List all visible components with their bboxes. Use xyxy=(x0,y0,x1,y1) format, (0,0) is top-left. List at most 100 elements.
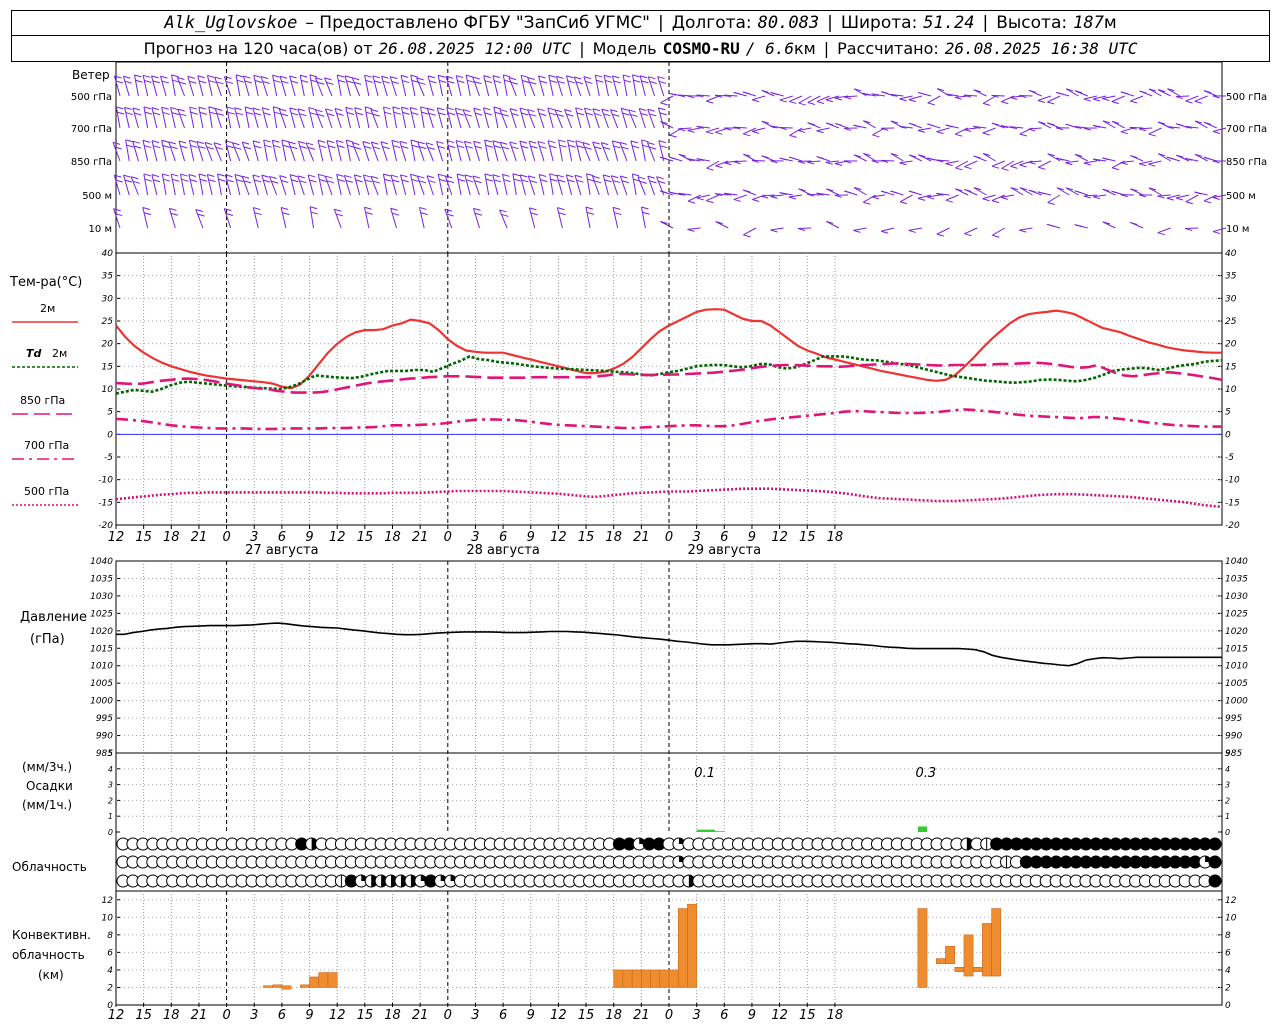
wind-barb xyxy=(297,141,305,162)
wind-barb-flag xyxy=(1166,156,1175,160)
wind-barb xyxy=(927,95,941,104)
wind-barb xyxy=(325,108,333,129)
wind-barb-flag xyxy=(134,112,142,116)
wind-barb-flag xyxy=(1028,128,1036,132)
wind-barb xyxy=(132,107,139,129)
wind-barb-flag xyxy=(309,112,318,116)
wind-barb-flag xyxy=(558,139,566,143)
wind-barb xyxy=(336,174,342,196)
wind-barb xyxy=(528,207,536,229)
wind-barb-flag xyxy=(344,174,352,178)
wind-barb-flag xyxy=(586,173,594,177)
wind-barb xyxy=(381,76,388,97)
wind-barb-flag xyxy=(254,179,262,183)
wind-barb-flag xyxy=(1000,196,1009,200)
wind-barb-flag xyxy=(439,178,447,182)
temp-tick-left: 35 xyxy=(102,272,114,282)
wind-barb xyxy=(344,75,351,97)
wind-barb xyxy=(612,207,619,229)
wind-barb-flag xyxy=(162,144,170,148)
wind-barb-flag xyxy=(143,74,151,78)
wind-level-label-right: 500 гПа xyxy=(1226,92,1267,103)
wind-barb-flag xyxy=(1212,231,1221,235)
time-tick-label-bottom: 3 xyxy=(250,1008,258,1023)
wind-barb-flag xyxy=(724,162,732,166)
temp-tick-left: -20 xyxy=(98,521,113,531)
wind-barb-flag xyxy=(420,212,428,216)
pres-tick-right: 1005 xyxy=(1225,679,1248,689)
conv-bar xyxy=(677,908,688,988)
wind-barb-flag xyxy=(539,145,547,149)
temp-tick-right: -15 xyxy=(1225,498,1240,508)
wind-barb xyxy=(416,175,425,196)
precip-title: Осадки xyxy=(26,779,73,793)
wind-barb xyxy=(646,142,656,162)
wind-barb xyxy=(549,173,554,196)
time-tick-label-bottom: 0 xyxy=(222,1008,230,1023)
wind-barb-flag xyxy=(493,145,502,149)
wind-barb-flag xyxy=(236,179,244,183)
wind-barb xyxy=(151,107,158,129)
time-tick-label-mid: 21 xyxy=(633,530,650,545)
wind-barb-flag xyxy=(474,145,483,149)
wind-barb-flag xyxy=(189,80,197,84)
wind-barb-flag xyxy=(844,96,852,100)
wind-barb-flag xyxy=(208,179,216,183)
wind-barb xyxy=(611,75,619,97)
wind-barb xyxy=(241,176,250,196)
conv-tick-left: 2 xyxy=(107,983,113,993)
time-tick-label-mid: 15 xyxy=(799,530,816,545)
wind-barb xyxy=(592,108,600,129)
wind-barb-flag xyxy=(169,207,177,211)
wind-barb xyxy=(1157,227,1171,234)
conv-bar xyxy=(936,958,946,965)
temp-legend-label: 2м xyxy=(40,302,55,315)
cloud-symbol-fill xyxy=(1209,875,1221,887)
wind-barb xyxy=(309,74,315,97)
precip-annotation: 0.1 xyxy=(694,766,715,781)
wind-barb xyxy=(982,95,996,104)
wind-barb-flag xyxy=(556,174,564,178)
wind-barb xyxy=(992,227,1006,236)
conv-bar xyxy=(972,967,983,972)
wind-barb-flag xyxy=(411,178,419,182)
wind-barb xyxy=(380,141,388,162)
wind-barb xyxy=(417,141,425,162)
wind-barb-flag xyxy=(908,99,916,103)
wind-barb-flag xyxy=(447,80,455,84)
wind-barb-flag xyxy=(439,79,447,83)
time-tick-label-bottom: 18 xyxy=(163,1008,180,1023)
wind-barb xyxy=(272,74,278,97)
wind-barb xyxy=(1028,127,1042,130)
wind-barb xyxy=(197,75,204,97)
conv-tick-left: 6 xyxy=(107,948,113,958)
wind-barb xyxy=(509,108,517,129)
wind-barb xyxy=(244,106,250,129)
wind-barb xyxy=(779,95,793,101)
wind-barb-flag xyxy=(410,173,418,177)
wind-barb xyxy=(499,209,508,229)
wind-barb xyxy=(252,140,259,162)
wind-barb xyxy=(234,107,241,129)
wind-barb xyxy=(1148,127,1162,135)
wind-barb-flag xyxy=(936,233,944,237)
wind-barb-flag xyxy=(816,100,825,104)
wind-barb-flag xyxy=(623,79,632,83)
wind-barb-flag xyxy=(126,144,134,148)
wind-barb xyxy=(1037,95,1052,101)
conv-bar xyxy=(318,972,329,988)
wind-barb-flag xyxy=(171,173,179,177)
wind-barb xyxy=(410,75,416,97)
wind-barb-flag xyxy=(603,174,611,178)
pres-tick-left: 1030 xyxy=(90,592,113,602)
wind-barb xyxy=(936,227,950,235)
wind-barb xyxy=(309,206,315,229)
wind-barb-flag xyxy=(281,80,289,84)
precip-tick-right: 1 xyxy=(1225,812,1230,821)
wind-barb-flag xyxy=(411,144,420,148)
wind-barb-flag xyxy=(632,173,640,177)
conv-bar xyxy=(641,969,651,988)
wind-barb-flag xyxy=(539,174,547,177)
wind-barb xyxy=(151,174,158,196)
conv-tick-left: 4 xyxy=(107,966,113,976)
